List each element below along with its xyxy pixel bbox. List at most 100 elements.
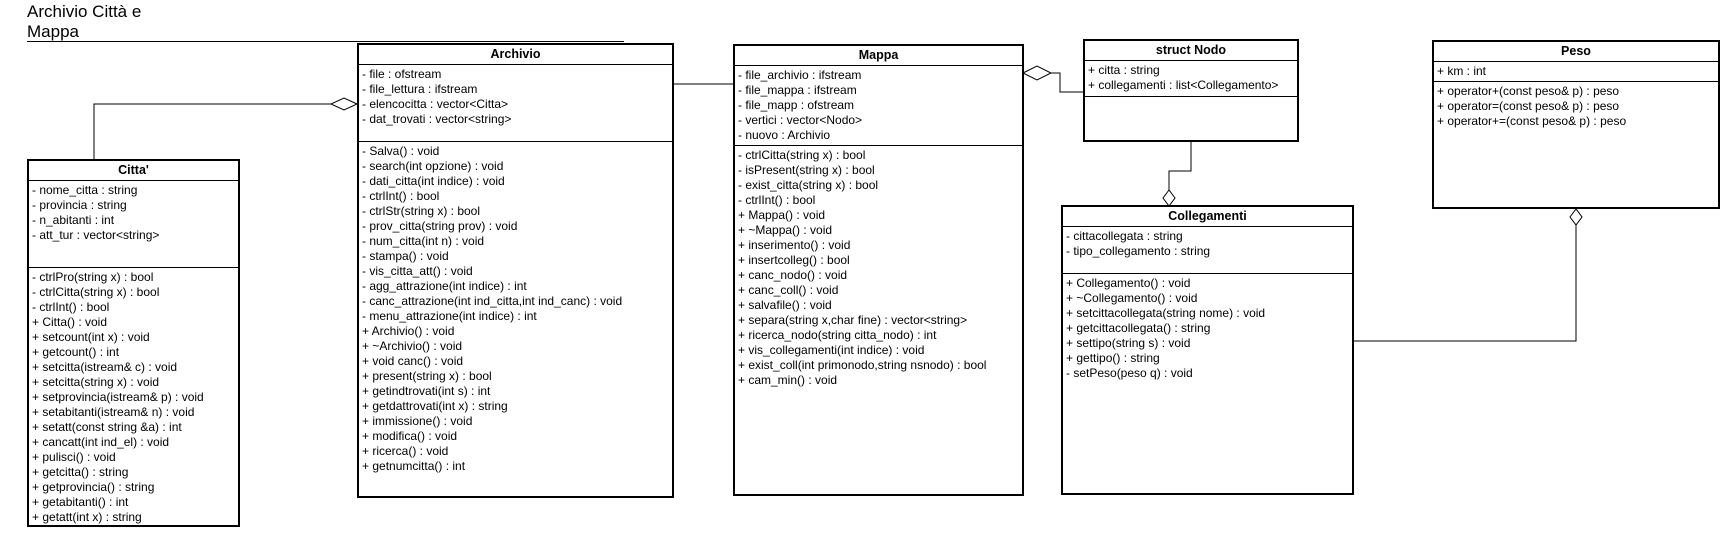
attribute: + collegamenti : list<Collegamento> <box>1088 78 1279 92</box>
method: + insertcolleg() : bool <box>738 253 850 267</box>
methods-section: - ctrlCitta(string x) : bool - isPresent… <box>735 146 1022 494</box>
class-name: Archivio <box>359 45 672 65</box>
method: + ricerca() : void <box>362 444 449 458</box>
method: + getcittacollegata() : string <box>1066 321 1211 335</box>
citta-archivio-link <box>93 103 331 160</box>
attribute: - elencocitta : vector<Citta> <box>362 97 509 111</box>
class-name: struct Nodo <box>1085 41 1297 61</box>
method: + operator+(const peso& p) : peso <box>1437 84 1620 98</box>
method: + ~Archivio() : void <box>362 339 463 353</box>
method: + operator=(const peso& p) : peso <box>1437 99 1620 113</box>
collegamenti-peso-link <box>1353 225 1577 342</box>
mappa-nodo-diamond <box>1021 65 1053 81</box>
method: + setprovincia(istream& p) : void <box>32 390 204 404</box>
attributes-section: - cittacollegata : string - tipo_collega… <box>1063 227 1352 274</box>
method: + getatt(int x) : string <box>32 510 142 524</box>
method: + setcitta(string x) : void <box>32 375 160 389</box>
method: + setcount(int x) : void <box>32 330 150 344</box>
collegamenti-peso-diamond <box>1569 208 1583 226</box>
method: - ctrlInt() : bool <box>738 193 816 207</box>
mappa-nodo-link <box>1051 72 1083 93</box>
method: - menu_attrazione(int indice) : int <box>362 309 537 323</box>
class-name: Collegamenti <box>1063 207 1352 227</box>
method: - num_citta(int n) : void <box>362 234 485 248</box>
class-citta[interactable]: Citta' - nome_citta : string - provincia… <box>27 159 240 527</box>
attributes-section: - nome_citta : string - provincia : stri… <box>29 181 238 268</box>
class-collegamenti[interactable]: Collegamenti - cittacollegata : string -… <box>1061 205 1354 495</box>
method: + ricerca_nodo(string citta_nodo) : int <box>738 328 937 342</box>
method: + settipo(string s) : void <box>1066 336 1191 350</box>
attribute: - tipo_collegamento : string <box>1066 244 1211 258</box>
method: + canc_nodo() : void <box>738 268 848 282</box>
attribute: - nuovo : Archivio <box>738 128 831 142</box>
attribute: - file_mapp : ofstream <box>738 98 855 112</box>
method: + getnumcitta() : int <box>362 459 466 473</box>
method: - prov_citta(string prov) : void <box>362 219 518 233</box>
attributes-section: + citta : string + collegamenti : list<C… <box>1085 61 1297 97</box>
attribute: - vertici : vector<Nodo> <box>738 113 863 127</box>
attribute: - att_tur : vector<string> <box>32 228 160 242</box>
method: + operator+=(const peso& p) : peso <box>1437 114 1627 128</box>
method: - ctrlStr(string x) : bool <box>362 204 481 218</box>
method: + Mappa() : void <box>738 208 826 222</box>
methods-section: - ctrlPro(string x) : bool - ctrlCitta(s… <box>29 268 238 525</box>
method: + pulisci() : void <box>32 450 116 464</box>
attribute: - file_archivio : ifstream <box>738 68 862 82</box>
class-archivio[interactable]: Archivio - file : ofstream - file_lettur… <box>357 43 674 498</box>
attributes-section: + km : int <box>1434 62 1718 82</box>
method: + cam_min() : void <box>738 373 838 387</box>
nodo-collegamenti-diamond <box>1162 189 1176 207</box>
attribute: + km : int <box>1437 64 1487 78</box>
class-name: Peso <box>1434 42 1718 62</box>
method: + gettipo() : string <box>1066 351 1160 365</box>
method: + cancatt(int ind_el) : void <box>32 435 170 449</box>
method: + immissione() : void <box>362 414 473 428</box>
class-mappa[interactable]: Mappa - file_archivio : ifstream - file_… <box>733 44 1024 496</box>
attributes-section: - file_archivio : ifstream - file_mappa … <box>735 66 1022 146</box>
attribute: - provincia : string <box>32 198 127 212</box>
attribute: - n_abitanti : int <box>32 213 115 227</box>
class-name: Citta' <box>29 161 238 181</box>
method: + getcount() : int <box>32 345 120 359</box>
method: - vis_citta_att() : void <box>362 264 473 278</box>
method: - exist_citta(string x) : bool <box>738 178 879 192</box>
method: + separa(string x,char fine) : vector<st… <box>738 313 968 327</box>
methods-section: + operator+(const peso& p) : peso + oper… <box>1434 82 1718 207</box>
attribute: - file_mappa : ifstream <box>738 83 857 97</box>
method: + getindtrovati(int s) : int <box>362 384 491 398</box>
class-peso[interactable]: Peso + km : int + operator+(const peso& … <box>1432 40 1720 209</box>
method: + setcittacollegata(string nome) : void <box>1066 306 1266 320</box>
method: + getabitanti() : int <box>32 495 129 509</box>
methods-section <box>1085 97 1297 140</box>
method: - ctrlInt() : bool <box>362 189 440 203</box>
method: + setabitanti(istream& n) : void <box>32 405 195 419</box>
method: - ctrlCitta(string x) : bool <box>738 148 866 162</box>
method: + salvafile() : void <box>738 298 832 312</box>
attributes-section: - file : ofstream - file_lettura : ifstr… <box>359 65 672 142</box>
method: - dati_citta(int indice) : void <box>362 174 505 188</box>
method: - search(int opzione) : void <box>362 159 504 173</box>
method: + present(string x) : bool <box>362 369 492 383</box>
attribute: - cittacollegata : string <box>1066 229 1183 243</box>
method: + getdattrovati(int x) : string <box>362 399 508 413</box>
method: + Citta() : void <box>32 315 108 329</box>
attribute: - file_lettura : ifstream <box>362 82 478 96</box>
method: - ctrlPro(string x) : bool <box>32 270 154 284</box>
method: + getprovincia() : string <box>32 480 155 494</box>
methods-section: - Salva() : void - search(int opzione) :… <box>359 142 672 496</box>
method: - ctrlCitta(string x) : bool <box>32 285 160 299</box>
nodo-collegamenti-link <box>1168 140 1192 190</box>
methods-section: + Collegamento() : void + ~Collegamento(… <box>1063 274 1352 493</box>
method: + void canc() : void <box>362 354 464 368</box>
method: - agg_attrazione(int indice) : int <box>362 279 527 293</box>
citta-archivio-diamond <box>329 97 359 111</box>
method: - setPeso(peso q) : void <box>1066 366 1193 380</box>
class-nodo[interactable]: struct Nodo + citta : string + collegame… <box>1083 39 1299 142</box>
method: - ctrlInt() : bool <box>32 300 110 314</box>
method: + inserimento() : void <box>738 238 851 252</box>
method: + ~Mappa() : void <box>738 223 833 237</box>
method: + exist_coll(int primonodo,string nsnodo… <box>738 358 987 372</box>
method: + canc_coll() : void <box>738 283 839 297</box>
method: + modifica() : void <box>362 429 458 443</box>
method: + ~Collegamento() : void <box>1066 291 1198 305</box>
